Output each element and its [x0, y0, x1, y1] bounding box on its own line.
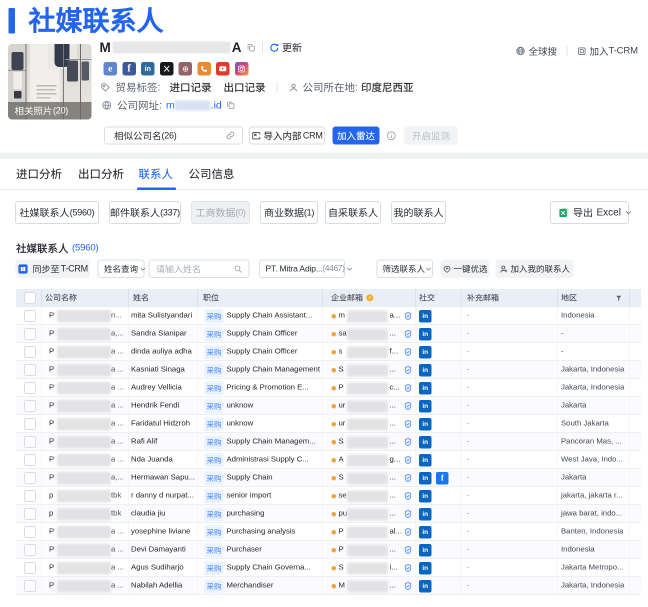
svg-text:?: ?	[368, 295, 371, 300]
